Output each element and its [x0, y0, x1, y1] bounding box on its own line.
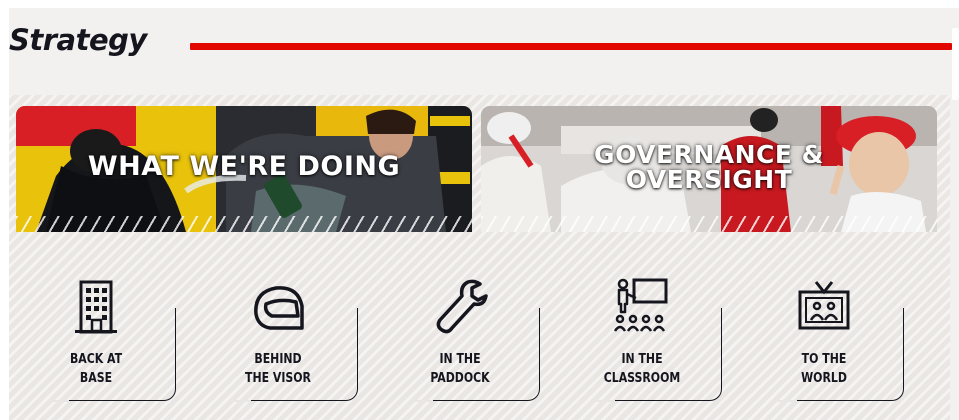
title-accent-line [190, 43, 952, 50]
tile-label: BEHIND THE VISOR [206, 350, 350, 388]
card-label-line-2: OVERSIGHT [625, 165, 793, 194]
tile-to-the-world[interactable]: TO THE WORLD [744, 270, 904, 402]
tile-label-line-2: PADDOCK [430, 370, 490, 386]
tile-label-line-1: TO THE [801, 351, 847, 367]
card-stripes [481, 216, 937, 232]
tile-label: IN THE PADDOCK [388, 350, 532, 388]
card-label-governance-oversight: GOVERNANCE & OVERSIGHT [481, 142, 937, 192]
tile-label-line-1: BACK AT [69, 351, 123, 367]
tile-label: TO THE WORLD [752, 350, 896, 388]
tile-label: BACK AT BASE [24, 350, 168, 388]
tile-in-the-classroom[interactable]: IN THE CLASSROOM [562, 270, 722, 402]
tile-label-line-2: THE VISOR [244, 370, 311, 386]
tile-label: IN THE CLASSROOM [570, 350, 714, 388]
tile-in-the-paddock[interactable]: IN THE PADDOCK [380, 270, 540, 402]
tile-label-line-1: IN THE [621, 351, 663, 367]
tv-icon [798, 281, 850, 330]
tile-behind-the-visor[interactable]: BEHIND THE VISOR [198, 270, 358, 402]
card-label-what-were-doing: WHAT WE'RE DOING [87, 151, 401, 182]
helmet-icon [254, 286, 304, 330]
tile-label-line-2: WORLD [801, 370, 847, 386]
card-label-line-1: GOVERNANCE & [594, 140, 824, 169]
tile-label-line-1: IN THE [439, 351, 481, 367]
classroom-icon [614, 278, 668, 332]
tile-label-line-1: BEHIND [254, 351, 302, 367]
section-title: Strategy [9, 23, 147, 57]
tile-label-line-2: CLASSROOM [603, 370, 681, 386]
tile-back-at-base[interactable]: BACK AT BASE [16, 270, 176, 402]
scrollbar[interactable] [952, 28, 959, 100]
wrench-icon [436, 279, 488, 334]
card-stripes [16, 216, 472, 232]
tile-label-line-2: BASE [79, 370, 113, 386]
building-icon [75, 280, 117, 334]
